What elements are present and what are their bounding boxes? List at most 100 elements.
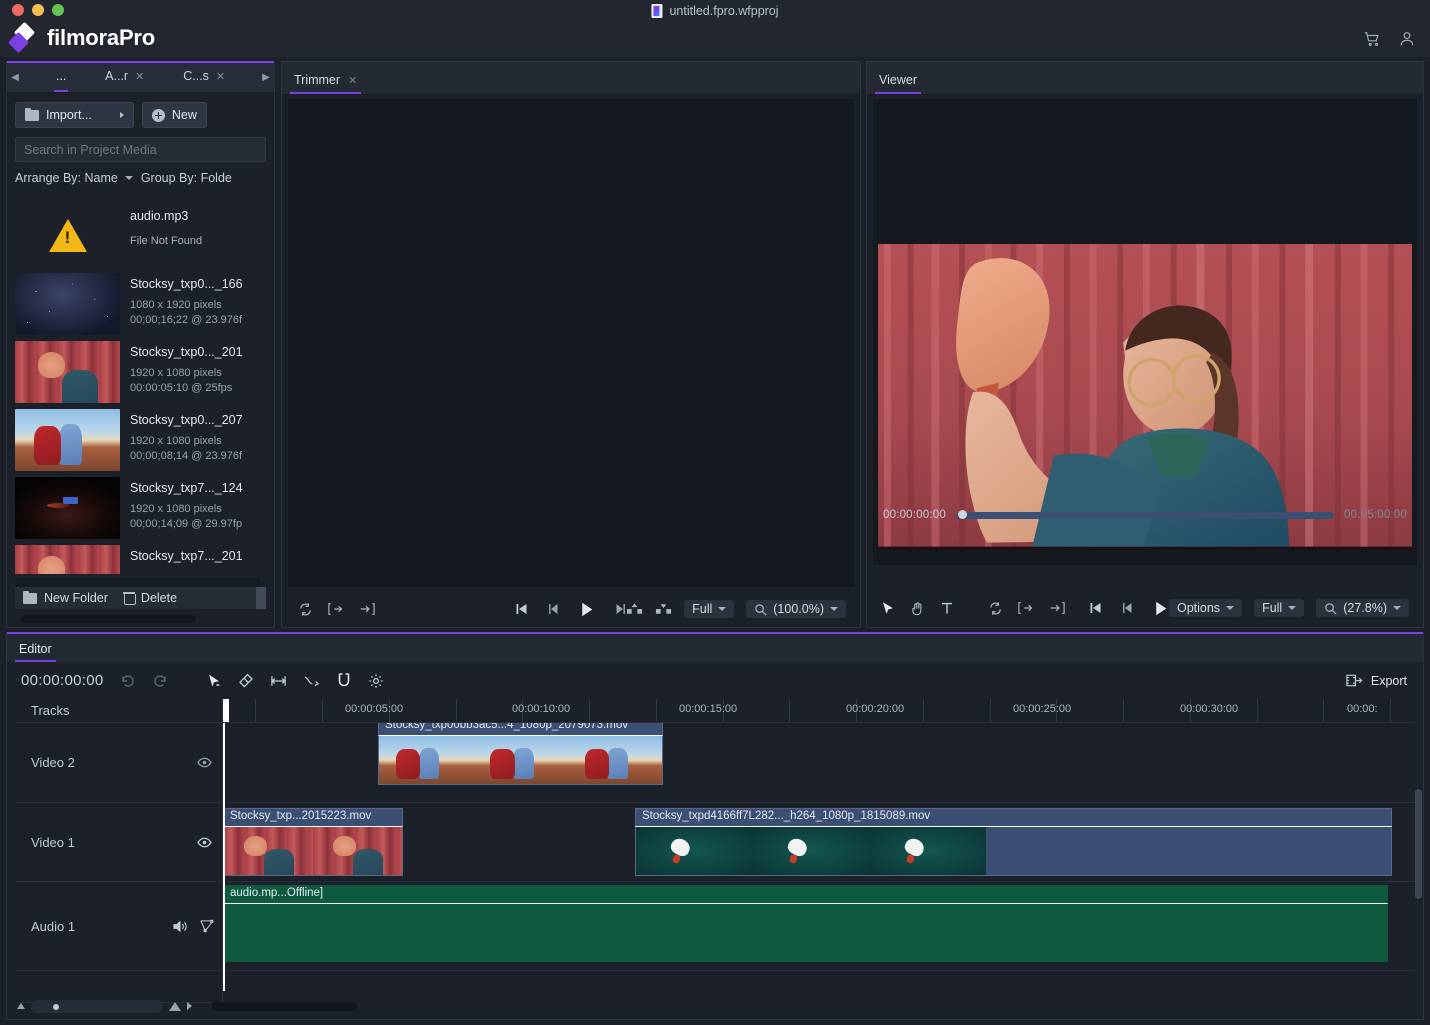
list-item[interactable]: audio.mp3 File Not Found xyxy=(15,203,266,271)
track-header-video-1[interactable]: Video 1 xyxy=(15,803,223,882)
mark-out-icon[interactable] xyxy=(359,602,375,616)
mark-in-icon[interactable] xyxy=(1018,601,1034,615)
play-icon[interactable] xyxy=(579,601,596,618)
list-item[interactable]: Stocksy_txp0..._207 1920 x 1080 pixels 0… xyxy=(15,407,266,475)
import-button[interactable]: Import... xyxy=(15,102,134,128)
zoom-out-icon[interactable] xyxy=(17,1003,25,1009)
step-back-icon[interactable] xyxy=(547,602,561,616)
select-arrow-icon[interactable] xyxy=(881,601,895,615)
viewer-options-dropdown[interactable]: Options xyxy=(1169,599,1242,617)
tab-project-media[interactable]: ... xyxy=(50,65,72,89)
step-back-icon[interactable] xyxy=(1121,601,1135,615)
tab-controls[interactable]: C...s ✕ xyxy=(177,65,231,89)
timeline-zoom-slider[interactable] xyxy=(31,1000,163,1013)
timeline-clip[interactable]: Stocksy_txp...2015223.mov xyxy=(223,808,403,876)
minimize-window-button[interactable] xyxy=(32,4,44,16)
razor-tool-icon[interactable] xyxy=(238,673,254,689)
close-icon[interactable]: ✕ xyxy=(216,70,225,83)
maximize-window-button[interactable] xyxy=(52,4,64,16)
list-item[interactable]: Stocksy_txp0..._201 1920 x 1080 pixels 0… xyxy=(15,339,266,407)
trimmer-quality-dropdown[interactable]: Full xyxy=(684,600,734,618)
speaker-volume-icon[interactable] xyxy=(173,920,188,933)
go-to-start-icon[interactable] xyxy=(515,602,529,616)
timeline-tracks[interactable]: Stocksy_txp00bb3ac5...4_1080p_2079073.mo… xyxy=(223,723,1415,991)
editor-timecode: 00:00:00:00 xyxy=(21,672,104,689)
viewer-quality-dropdown[interactable]: Full xyxy=(1254,599,1304,617)
cart-icon[interactable] xyxy=(1363,30,1381,48)
viewer-zoom-dropdown[interactable]: (27.8%) xyxy=(1316,599,1409,617)
viewer-stage[interactable]: 00:00:00:00 00:05:00:00 xyxy=(873,99,1417,565)
media-list[interactable]: audio.mp3 File Not Found Stocksy_txp0...… xyxy=(15,203,266,574)
close-window-button[interactable] xyxy=(12,4,24,16)
quality-label: Full xyxy=(692,602,712,616)
panel-bottom-scrollbar[interactable] xyxy=(21,615,196,623)
trimmer-stage[interactable] xyxy=(288,99,854,587)
search-input[interactable] xyxy=(24,143,257,157)
track-header-video-2[interactable]: Video 2 xyxy=(15,723,223,803)
play-icon[interactable] xyxy=(1153,600,1170,617)
export-button[interactable]: Export xyxy=(1346,673,1407,688)
timeline-horizontal-scrollbar[interactable] xyxy=(212,1002,357,1011)
expand-arrow-icon[interactable] xyxy=(187,1002,192,1010)
eye-visibility-icon[interactable] xyxy=(197,757,212,768)
tab-viewer[interactable]: Viewer xyxy=(867,73,929,94)
panel-resize-handle[interactable] xyxy=(256,587,266,609)
group-by-dropdown[interactable]: Group By: Folde xyxy=(141,171,232,185)
hand-icon[interactable] xyxy=(910,601,925,616)
trimmer-toolbar: Full (100.0%) xyxy=(282,591,860,627)
list-item[interactable]: Stocksy_txp0..._166 1080 x 1920 pixels 0… xyxy=(15,271,266,339)
tab-scroll-right-icon[interactable]: ▶ xyxy=(258,72,274,83)
track-header-audio-1[interactable]: Audio 1 xyxy=(15,882,223,971)
mark-in-icon[interactable] xyxy=(328,602,344,616)
tab-trimmer[interactable]: Trimmer ✕ xyxy=(282,73,369,94)
new-button[interactable]: New xyxy=(142,102,207,128)
timeline-clip[interactable]: Stocksy_txpd4166ff7L282..._h264_1080p_18… xyxy=(635,808,1392,876)
viewer-scrub-track[interactable] xyxy=(956,512,1334,519)
audio-keyframe-icon[interactable] xyxy=(199,919,214,933)
redo-icon[interactable] xyxy=(152,673,168,689)
mark-out-icon[interactable] xyxy=(1049,601,1065,615)
overwrite-icon[interactable] xyxy=(655,602,672,617)
track-lane-video-1[interactable]: Stocksy_txp...2015223.mov Stocksy_txpd41… xyxy=(223,803,1415,882)
go-to-start-icon[interactable] xyxy=(1089,601,1103,615)
undo-icon[interactable] xyxy=(120,673,136,689)
select-tool-icon[interactable] xyxy=(206,673,222,689)
timeline-vertical-scrollbar[interactable] xyxy=(1415,789,1422,899)
timeline-clip[interactable]: audio.mp...Offline] xyxy=(223,885,1388,962)
viewer-scrubber[interactable]: 00:00:00:00 00:05:00:00 xyxy=(883,507,1407,523)
trimmer-zoom-dropdown[interactable]: (100.0%) xyxy=(746,600,846,618)
search-media-field[interactable] xyxy=(15,137,266,162)
close-icon[interactable]: ✕ xyxy=(348,74,357,87)
zoom-in-icon[interactable] xyxy=(169,1002,181,1011)
settings-gear-icon[interactable] xyxy=(368,673,384,689)
lift-icon[interactable] xyxy=(626,602,643,617)
playhead-handle[interactable] xyxy=(223,699,229,723)
loop-icon[interactable] xyxy=(298,602,313,617)
viewer-scrub-handle[interactable] xyxy=(958,510,967,519)
zoom-slider-handle[interactable] xyxy=(53,1004,59,1010)
ruler-label: 00:00: xyxy=(1347,703,1378,715)
account-icon[interactable] xyxy=(1398,30,1416,48)
list-item[interactable]: Stocksy_txp7..._124 1920 x 1080 pixels 0… xyxy=(15,475,266,543)
arrange-by-dropdown[interactable]: Arrange By: Name xyxy=(15,171,133,185)
list-item[interactable]: Stocksy_txp7..._201 xyxy=(15,543,266,574)
timeline-clip[interactable]: Stocksy_txp00bb3ac5...4_1080p_2079073.mo… xyxy=(378,723,663,785)
playhead[interactable] xyxy=(223,723,225,991)
slide-tool-icon[interactable] xyxy=(303,673,320,689)
magnet-snap-icon[interactable] xyxy=(336,672,352,689)
media-resolution: 1920 x 1080 pixels xyxy=(130,366,243,381)
text-tool-icon[interactable] xyxy=(940,601,954,615)
tab-audio[interactable]: A...r ✕ xyxy=(99,65,150,89)
delete-button[interactable]: Delete xyxy=(124,591,177,605)
timeline-ruler[interactable]: 00:00:05:00 00:00:10:00 00:00:15:00 00:0… xyxy=(223,699,1415,723)
tab-editor[interactable]: Editor xyxy=(7,642,64,662)
slip-tool-icon[interactable] xyxy=(270,673,287,689)
track-lane-audio-1[interactable]: audio.mp...Offline] xyxy=(223,882,1415,971)
close-icon[interactable]: ✕ xyxy=(135,70,144,83)
tab-scroll-left-icon[interactable]: ◀ xyxy=(7,72,23,83)
loop-icon[interactable] xyxy=(988,601,1003,616)
new-folder-button[interactable]: New Folder xyxy=(23,591,108,605)
track-lane-video-2[interactable]: Stocksy_txp00bb3ac5...4_1080p_2079073.mo… xyxy=(223,723,1415,803)
eye-visibility-icon[interactable] xyxy=(197,837,212,848)
media-list-horizontal-scrollbar[interactable] xyxy=(15,578,260,587)
